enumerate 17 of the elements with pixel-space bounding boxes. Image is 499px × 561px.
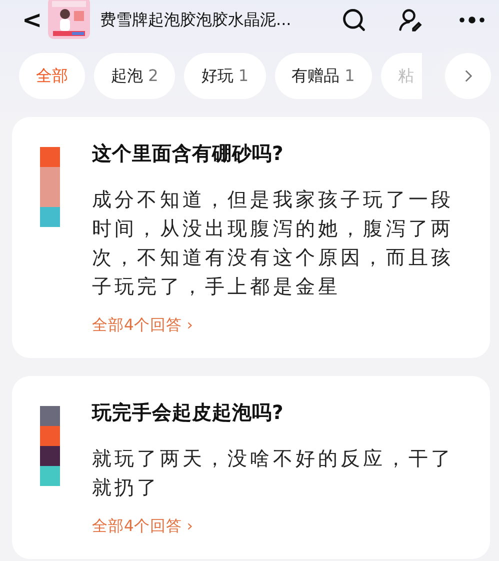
- filter-chip[interactable]: 起泡 2: [94, 53, 176, 99]
- answer-text: 成分不知道，但是我家孩子玩了一段时间，从没出现腹泻的她，腹泻了两次，不知道有没有这个原因，而且孩子玩完了，手上都是金星: [92, 187, 455, 300]
- question-card[interactable]: 玩完手会起皮起泡吗? 就玩了两天，没啥不好的反应，干了就扔了 全部4个回答 ›: [12, 376, 490, 559]
- filter-chip[interactable]: 好玩 1: [184, 53, 266, 99]
- answer-text: 就玩了两天，没啥不好的反应，干了就扔了: [92, 446, 455, 501]
- question-text: 玩完手会起皮起泡吗?: [92, 400, 284, 426]
- question-icon: [40, 406, 60, 486]
- question-text: 这个里面含有硼砂吗?: [92, 141, 284, 167]
- search-icon[interactable]: [341, 7, 367, 33]
- filter-chip[interactable]: 有赠品 1: [274, 53, 372, 99]
- question-card[interactable]: 这个里面含有硼砂吗? 成分不知道，但是我家孩子玩了一段时间，从没出现腹泻的她，腹泻了两次，不知道有没有这个原因，而且孩子玩完了，手上都是金星 全部4个回答 ›: [12, 117, 490, 358]
- question-icon: [40, 147, 60, 227]
- chevron-right-icon: [464, 69, 472, 83]
- back-button[interactable]: <: [22, 6, 38, 34]
- person-edit-icon[interactable]: [397, 7, 423, 33]
- product-title: 费雪牌起泡胶泡胶水晶泥...: [100, 10, 292, 30]
- more-icon[interactable]: [457, 16, 487, 24]
